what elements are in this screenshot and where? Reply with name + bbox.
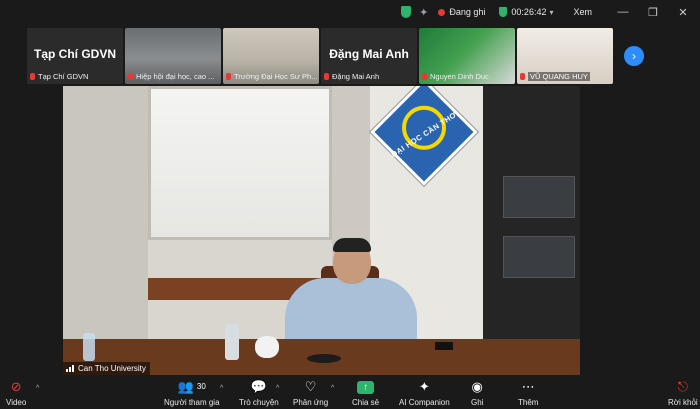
participant-caption: Tạp Chí GDVN [30, 72, 121, 81]
participants-count: 30 [196, 382, 206, 391]
chat-button[interactable]: 💬 Trò chuyện [239, 379, 279, 407]
participants-label: Người tham gia [164, 398, 220, 407]
close-icon[interactable]: ✕ [676, 6, 690, 19]
video-label: Video [6, 398, 27, 407]
participant-caption-text: Trường Đại Học Sư Ph... [234, 72, 317, 81]
participants-button[interactable]: 👥 30 Người tham gia [164, 379, 220, 407]
signal-strength-icon [66, 365, 75, 372]
participants-options-caret[interactable]: ^ [220, 385, 223, 392]
record-button[interactable]: ◉ Ghi [471, 379, 483, 407]
video-shelf [503, 236, 575, 278]
mic-off-icon [520, 73, 525, 80]
share-label: Chia sẻ [352, 398, 380, 407]
participant-tile[interactable]: Hiệp hội đại học, cao ... [125, 28, 221, 84]
reactions-button[interactable]: ♡ Phản ứng [293, 379, 328, 407]
participant-tile[interactable]: VŨ QUANG HUY [517, 28, 613, 84]
chat-icon: 💬 [250, 379, 267, 394]
heart-icon: ♡ [304, 379, 317, 394]
participants-icon: 👥 30 [177, 379, 206, 394]
mic-off-icon [324, 73, 329, 80]
record-label: Ghi [471, 398, 484, 407]
participant-caption: Nguyen Dinh Duc [422, 72, 513, 81]
video-flask [225, 324, 239, 360]
meeting-timer: 00:26:42 [511, 7, 547, 17]
video-cabinet [483, 86, 580, 375]
minimize-icon[interactable]: — [616, 6, 630, 18]
participant-caption-text: Hiệp hội đại học, cao ... [136, 72, 215, 81]
participant-caption: VŨ QUANG HUY [520, 72, 611, 81]
meeting-toolbar: ⊘ Video ^ 👥 30 Người tham gia ^ 💬 Trò chu… [0, 376, 700, 409]
participant-caption-text: VŨ QUANG HUY [528, 72, 590, 81]
ai-sparkle-icon: ✦ [418, 379, 430, 394]
video-button[interactable]: ⊘ Video [6, 379, 26, 407]
participant-strip: Tạp Chí GDVN Tạp Chí GDVN Hiệp hội đại h… [27, 28, 615, 84]
chevron-right-icon: › [632, 49, 636, 63]
leave-button[interactable]: ⎋ Rời khỏi [668, 379, 698, 407]
timer-shield-icon [499, 7, 508, 17]
more-label: Thêm [518, 398, 539, 407]
speaker-label: Can Tho University [63, 362, 150, 375]
video-conference-speaker [307, 354, 341, 363]
share-screen-icon: ↑ [357, 379, 375, 395]
mic-off-icon [422, 73, 427, 80]
share-button[interactable]: ↑ Chia sẻ [352, 379, 379, 407]
mic-off-icon [226, 73, 231, 80]
participant-tile[interactable]: Tạp Chí GDVN Tạp Chí GDVN [27, 28, 123, 84]
main-video: ĐẠI HỌC CẦN THƠ Can Tho University [63, 86, 580, 375]
ai-companion-button[interactable]: ✦ AI Companion [399, 379, 450, 407]
mic-off-icon [30, 73, 35, 80]
participant-tile[interactable]: Đặng Mai Anh Đặng Mai Anh [321, 28, 417, 84]
participant-caption: Trường Đại Học Sư Ph... [226, 72, 317, 81]
video-wall [63, 86, 148, 375]
chevron-down-icon[interactable]: ▾ [549, 8, 553, 17]
recording-status[interactable]: Đang ghi [449, 7, 485, 17]
mic-off-icon [128, 73, 133, 80]
restore-icon[interactable]: ❐ [646, 6, 660, 19]
video-phone [435, 342, 453, 350]
participant-caption-text: Đặng Mai Anh [332, 72, 380, 81]
video-options-caret[interactable]: ^ [36, 385, 39, 392]
record-icon: ◉ [471, 379, 483, 394]
speaker-label-text: Can Tho University [78, 364, 146, 373]
participant-name-large: Đặng Mai Anh [329, 47, 409, 61]
video-off-icon: ⊘ [10, 379, 22, 394]
leave-icon: ⎋ [677, 379, 688, 394]
more-button[interactable]: ⋯ Thêm [518, 379, 538, 407]
sparkle-icon[interactable]: ✦ [419, 6, 428, 19]
view-button[interactable]: Xem [573, 7, 592, 17]
reactions-options-caret[interactable]: ^ [331, 385, 334, 392]
video-bottle [83, 333, 95, 361]
video-window [148, 86, 332, 240]
participant-tile[interactable]: Nguyen Dinh Duc [419, 28, 515, 84]
participant-caption: Hiệp hội đại học, cao ... [128, 72, 219, 81]
speaker-figure [285, 278, 417, 344]
speaker-hair [333, 238, 371, 252]
participant-caption-text: Nguyen Dinh Duc [430, 72, 489, 81]
leave-label: Rời khỏi [668, 398, 698, 407]
participant-name-large: Tạp Chí GDVN [33, 47, 116, 61]
recording-dot-icon [438, 8, 446, 16]
video-shelf [503, 176, 575, 218]
strip-next-button[interactable]: › [624, 46, 644, 66]
chat-label: Trò chuyện [239, 398, 279, 407]
participant-caption-text: Tạp Chí GDVN [38, 72, 89, 81]
video-teapot [255, 336, 279, 358]
participant-caption: Đặng Mai Anh [324, 72, 415, 81]
reactions-label: Phản ứng [293, 398, 329, 407]
participant-tile[interactable]: Trường Đại Học Sư Ph... [223, 28, 319, 84]
ai-companion-label: AI Companion [399, 398, 450, 407]
more-icon: ⋯ [521, 379, 535, 394]
top-bar: ✦ Đang ghi 00:26:42 ▾ Xem — ❐ ✕ [0, 0, 700, 24]
security-shield-icon[interactable] [401, 6, 412, 18]
chat-options-caret[interactable]: ^ [276, 385, 279, 392]
